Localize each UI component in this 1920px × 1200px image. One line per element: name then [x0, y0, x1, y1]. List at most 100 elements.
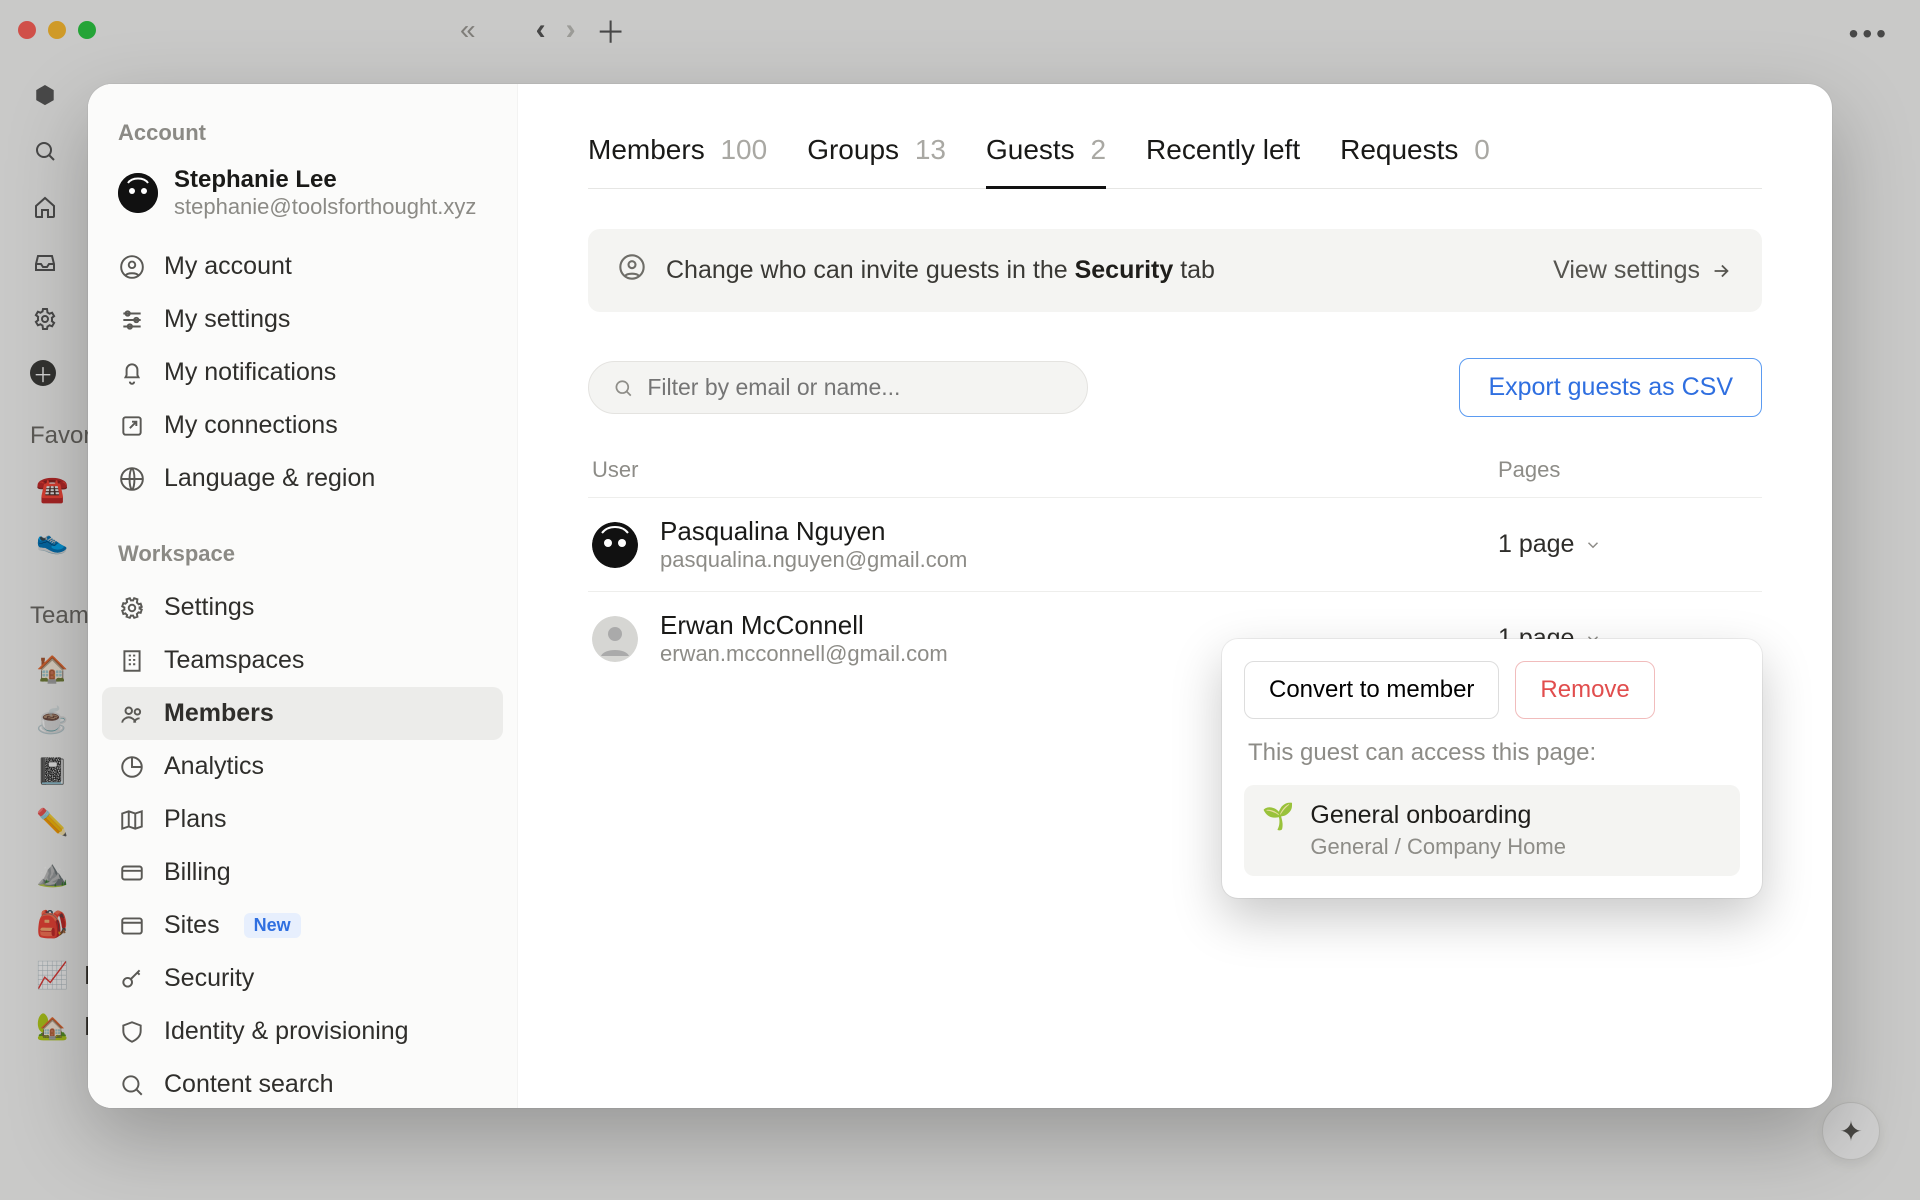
export-csv-button[interactable]: Export guests as CSV — [1459, 358, 1762, 417]
tab-count: 13 — [915, 134, 946, 165]
tab-members[interactable]: Members 100 — [588, 128, 767, 188]
sidebar-item-label: Content search — [164, 1070, 334, 1099]
analytics-icon — [118, 753, 146, 781]
sliders-icon — [118, 306, 146, 334]
search-icon — [118, 1071, 146, 1099]
sidebar-item-label: Members — [164, 699, 274, 728]
avatar — [592, 522, 638, 568]
user-circle-icon — [618, 253, 646, 288]
sidebar-item-security[interactable]: Security — [102, 952, 503, 1005]
building-icon — [118, 647, 146, 675]
tab-groups[interactable]: Groups 13 — [807, 128, 946, 188]
sidebar-item-billing[interactable]: Billing — [102, 846, 503, 899]
remove-guest-button[interactable]: Remove — [1515, 661, 1654, 719]
sidebar-item-label: Analytics — [164, 752, 264, 781]
seedling-icon: 🌱 — [1262, 801, 1294, 832]
sidebar-item-identity[interactable]: Identity & provisioning — [102, 1005, 503, 1058]
filter-search[interactable] — [588, 361, 1088, 414]
security-banner: Change who can invite guests in the Secu… — [588, 229, 1762, 312]
user-circle-icon — [118, 253, 146, 281]
sidebar-item-my-connections[interactable]: My connections — [102, 399, 503, 452]
tab-label: Members — [588, 134, 705, 165]
accessible-page-card[interactable]: 🌱 General onboarding General / Company H… — [1244, 785, 1740, 876]
sidebar-item-plans[interactable]: Plans — [102, 793, 503, 846]
sidebar-item-label: My account — [164, 252, 292, 281]
members-tabs: Members 100 Groups 13 Guests 2 Recently … — [588, 128, 1762, 189]
credit-card-icon — [118, 859, 146, 887]
tab-count: 0 — [1474, 134, 1490, 165]
bell-icon — [118, 359, 146, 387]
guest-email: erwan.mcconnell@gmail.com — [660, 641, 948, 667]
convert-to-member-button[interactable]: Convert to member — [1244, 661, 1499, 719]
tab-requests[interactable]: Requests 0 — [1340, 128, 1490, 188]
sidebar-item-analytics[interactable]: Analytics — [102, 740, 503, 793]
column-user: User — [592, 457, 1498, 483]
key-icon — [118, 965, 146, 993]
tab-count: 100 — [720, 134, 767, 165]
guests-table-header: User Pages — [588, 457, 1762, 497]
settings-modal: Account Stephanie Lee stephanie@toolsfor… — [88, 84, 1832, 1108]
sidebar-item-sites[interactable]: Sites New — [102, 899, 503, 952]
tab-label: Recently left — [1146, 134, 1300, 165]
members-panel: Members 100 Groups 13 Guests 2 Recently … — [518, 84, 1832, 1108]
profile-email: stephanie@toolsforthought.xyz — [174, 194, 476, 220]
avatar — [592, 616, 638, 662]
sidebar-item-language[interactable]: Language & region — [102, 452, 503, 505]
avatar — [118, 173, 158, 213]
tab-guests[interactable]: Guests 2 — [986, 128, 1106, 188]
sidebar-item-label: Plans — [164, 805, 227, 834]
sidebar-section-workspace: Workspace — [102, 535, 503, 581]
tab-label: Requests — [1340, 134, 1458, 165]
arrow-out-icon — [118, 412, 146, 440]
pages-count: 1 page — [1498, 530, 1574, 559]
sidebar-item-label: Teamspaces — [164, 646, 304, 675]
profile-name: Stephanie Lee — [174, 166, 476, 194]
sidebar-item-label: Security — [164, 964, 254, 993]
new-badge: New — [244, 913, 301, 938]
sidebar-item-members[interactable]: Members — [102, 687, 503, 740]
browser-icon — [118, 912, 146, 940]
people-icon — [118, 700, 146, 728]
sidebar-item-teamspaces[interactable]: Teamspaces — [102, 634, 503, 687]
tab-recently-left[interactable]: Recently left — [1146, 128, 1300, 188]
arrow-right-icon — [1710, 260, 1732, 282]
sidebar-item-label: My settings — [164, 305, 290, 334]
link-label: View settings — [1553, 256, 1700, 285]
profile-row[interactable]: Stephanie Lee stephanie@toolsforthought.… — [102, 160, 503, 240]
chevron-down-icon — [1584, 536, 1602, 554]
page-title: General onboarding — [1310, 801, 1566, 830]
guest-row[interactable]: Pasqualina Nguyen pasqualina.nguyen@gmai… — [588, 497, 1762, 591]
guests-toolbar: Export guests as CSV — [588, 358, 1762, 417]
search-icon — [613, 377, 633, 399]
settings-sidebar: Account Stephanie Lee stephanie@toolsfor… — [88, 84, 518, 1108]
gear-icon — [118, 594, 146, 622]
sidebar-item-my-settings[interactable]: My settings — [102, 293, 503, 346]
tab-label: Guests — [986, 134, 1075, 165]
page-breadcrumb: General / Company Home — [1310, 834, 1566, 860]
view-settings-link[interactable]: View settings — [1553, 256, 1732, 285]
sidebar-item-my-account[interactable]: My account — [102, 240, 503, 293]
sidebar-item-label: Identity & provisioning — [164, 1017, 409, 1046]
sidebar-item-my-notifications[interactable]: My notifications — [102, 346, 503, 399]
globe-icon — [118, 465, 146, 493]
banner-text: Change who can invite guests in the Secu… — [666, 256, 1215, 285]
sidebar-item-label: Settings — [164, 593, 254, 622]
guest-name: Erwan McConnell — [660, 610, 948, 641]
map-icon — [118, 806, 146, 834]
sidebar-item-content-search[interactable]: Content search — [102, 1058, 503, 1108]
guest-access-popover: Convert to member Remove This guest can … — [1222, 639, 1762, 898]
guest-email: pasqualina.nguyen@gmail.com — [660, 547, 967, 573]
shield-icon — [118, 1018, 146, 1046]
guest-name: Pasqualina Nguyen — [660, 516, 967, 547]
sidebar-item-label: Sites — [164, 911, 220, 940]
filter-input[interactable] — [647, 374, 1063, 401]
sidebar-item-settings[interactable]: Settings — [102, 581, 503, 634]
sidebar-item-label: Language & region — [164, 464, 375, 493]
popover-note: This guest can access this page: — [1248, 739, 1736, 767]
guest-pages-dropdown[interactable]: 1 page — [1498, 530, 1758, 559]
column-pages: Pages — [1498, 457, 1758, 483]
sidebar-item-label: My notifications — [164, 358, 336, 387]
tab-label: Groups — [807, 134, 899, 165]
sidebar-item-label: Billing — [164, 858, 231, 887]
sidebar-item-label: My connections — [164, 411, 338, 440]
